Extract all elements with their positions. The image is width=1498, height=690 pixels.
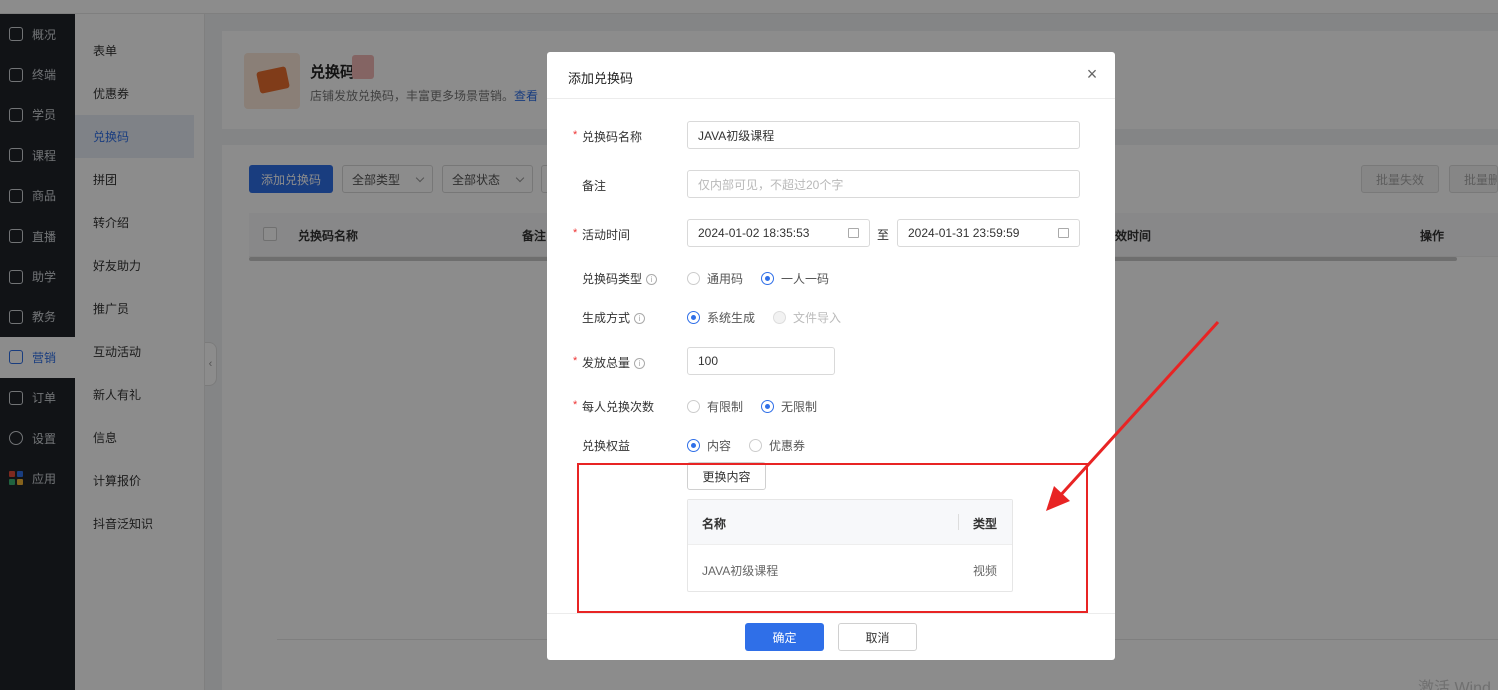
end-time-input[interactable]: 2024-01-31 23:59:59 [897,219,1080,247]
required-mark: * [573,227,578,239]
required-mark: * [573,399,578,411]
total-label: 发放总量 i [582,354,646,371]
footer-divider [547,613,1115,614]
info-icon[interactable]: i [646,274,658,285]
start-time-input[interactable]: 2024-01-02 18:35:53 [687,219,870,247]
radio-one-per-user[interactable]: 一人一码 [761,270,829,287]
radio-limited[interactable]: 有限制 [687,398,743,415]
required-mark: * [573,129,578,141]
per-user-radio-group: 有限制 无限制 [687,398,835,415]
code-type-label: 兑换码类型 i [582,270,658,287]
benefit-label: 兑换权益 [582,439,631,453]
info-icon[interactable]: i [634,358,646,369]
per-user-label: 每人兑换次数 [582,400,655,414]
radio-file-import: 文件导入 [773,309,841,326]
close-icon[interactable]: × [1083,65,1101,83]
info-icon[interactable]: i [634,313,646,324]
radio-unlimited[interactable]: 无限制 [761,398,817,415]
remark-input[interactable]: 仅内部可见，不超过20个字 [687,170,1080,198]
cancel-button[interactable]: 取消 [838,623,917,651]
generation-label: 生成方式 i [582,309,646,326]
name-input[interactable]: JAVA初级课程 [687,121,1080,149]
radio-system-generate[interactable]: 系统生成 [687,309,755,326]
radio-coupon[interactable]: 优惠券 [749,437,805,454]
generation-radio-group: 系统生成 文件导入 [687,309,859,326]
radio-content[interactable]: 内容 [687,437,731,454]
dialog-title: 添加兑换码 [568,71,634,86]
remark-label: 备注 [582,179,607,193]
name-label: 兑换码名称 [582,130,643,144]
code-type-radio-group: 通用码 一人一码 [687,270,847,287]
total-quantity-input[interactable]: 100 [687,347,835,375]
annotation-highlight-box [577,463,1088,613]
radio-universal-code[interactable]: 通用码 [687,270,743,287]
calendar-icon [848,228,859,238]
required-mark: * [573,355,578,367]
calendar-icon [1058,228,1069,238]
activity-time-label: 活动时间 [582,228,631,242]
benefit-radio-group: 内容 优惠券 [687,437,823,454]
header-divider [547,98,1115,99]
confirm-button[interactable]: 确定 [745,623,824,651]
time-separator: 至 [877,228,890,242]
